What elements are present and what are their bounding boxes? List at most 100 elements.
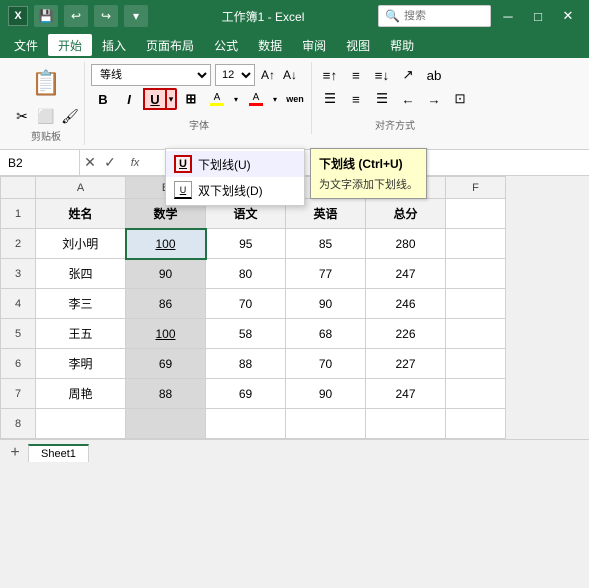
decrease-indent-button[interactable]: ← — [396, 88, 420, 110]
maximize-button[interactable]: □ — [525, 3, 551, 29]
font-color-arrow[interactable]: ▾ — [269, 88, 281, 110]
menu-data[interactable]: 数据 — [248, 34, 292, 56]
formula-fx-button[interactable]: fx — [120, 153, 150, 173]
row-header-8[interactable]: 8 — [1, 409, 36, 439]
paste-button[interactable]: 📋 — [26, 64, 66, 104]
cell-c5[interactable]: 58 — [206, 319, 286, 349]
cell-f6[interactable] — [446, 349, 506, 379]
cell-d3[interactable]: 77 — [286, 259, 366, 289]
cell-d8[interactable] — [286, 409, 366, 439]
cell-a5[interactable]: 王五 — [36, 319, 126, 349]
align-right-button[interactable]: ☰ — [370, 88, 394, 110]
cell-d7[interactable]: 90 — [286, 379, 366, 409]
search-box[interactable]: 🔍 — [378, 5, 491, 27]
cell-c4[interactable]: 70 — [206, 289, 286, 319]
underline-button[interactable]: U — [143, 88, 165, 110]
cell-b7[interactable]: 88 — [126, 379, 206, 409]
align-center-button[interactable]: ≡ — [344, 88, 368, 110]
redo-button[interactable]: ↪ — [94, 5, 118, 27]
italic-button[interactable]: I — [117, 88, 141, 110]
menu-layout[interactable]: 页面布局 — [136, 34, 204, 56]
menu-insert[interactable]: 插入 — [92, 34, 136, 56]
cell-e4[interactable]: 246 — [366, 289, 446, 319]
formula-confirm-button[interactable]: ✓ — [100, 153, 120, 173]
row-header-7[interactable]: 7 — [1, 379, 36, 409]
decrease-font-button[interactable]: A↓ — [281, 64, 299, 86]
customize-button[interactable]: ▾ — [124, 5, 148, 27]
row-header-4[interactable]: 4 — [1, 289, 36, 319]
orient-button[interactable]: ↗ — [396, 64, 420, 86]
formula-cancel-button[interactable]: ✕ — [80, 153, 100, 173]
cell-e6[interactable]: 227 — [366, 349, 446, 379]
menu-help[interactable]: 帮助 — [380, 34, 424, 56]
cell-c8[interactable] — [206, 409, 286, 439]
cell-c3[interactable]: 80 — [206, 259, 286, 289]
increase-font-button[interactable]: A↑ — [259, 64, 277, 86]
cell-c6[interactable]: 88 — [206, 349, 286, 379]
row-header-6[interactable]: 6 — [1, 349, 36, 379]
header-name[interactable]: 姓名 — [36, 199, 126, 229]
cell-b2[interactable]: 100 — [126, 229, 206, 259]
cell-f7[interactable] — [446, 379, 506, 409]
row-header-1[interactable]: 1 — [1, 199, 36, 229]
row-header-2[interactable]: 2 — [1, 229, 36, 259]
cell-a3[interactable]: 张四 — [36, 259, 126, 289]
minimize-button[interactable]: ─ — [495, 3, 521, 29]
cell-f1[interactable] — [446, 199, 506, 229]
row-header-5[interactable]: 5 — [1, 319, 36, 349]
menu-view[interactable]: 视图 — [336, 34, 380, 56]
menu-formula[interactable]: 公式 — [204, 34, 248, 56]
cell-a6[interactable]: 李明 — [36, 349, 126, 379]
col-header-f[interactable]: F — [446, 177, 506, 199]
menu-review[interactable]: 审阅 — [292, 34, 336, 56]
cell-d4[interactable]: 90 — [286, 289, 366, 319]
wrap-text-button[interactable]: ab — [422, 64, 446, 86]
align-bottom-button[interactable]: ≡↓ — [370, 64, 394, 86]
cell-b5[interactable]: 100 — [126, 319, 206, 349]
cell-d5[interactable]: 68 — [286, 319, 366, 349]
copy-button[interactable]: ⬜ — [36, 106, 56, 126]
cell-b6[interactable]: 69 — [126, 349, 206, 379]
row-header-3[interactable]: 3 — [1, 259, 36, 289]
cell-d2[interactable]: 85 — [286, 229, 366, 259]
cell-b4[interactable]: 86 — [126, 289, 206, 319]
cell-e3[interactable]: 247 — [366, 259, 446, 289]
cell-b3[interactable]: 90 — [126, 259, 206, 289]
font-color-button[interactable]: A — [244, 88, 268, 110]
undo-button[interactable]: ↩ — [64, 5, 88, 27]
fill-color-arrow[interactable]: ▾ — [230, 88, 242, 110]
align-middle-button[interactable]: ≡ — [344, 64, 368, 86]
cell-a7[interactable]: 周艳 — [36, 379, 126, 409]
cell-b8[interactable] — [126, 409, 206, 439]
cut-button[interactable]: ✂ — [12, 106, 32, 126]
header-total[interactable]: 总分 — [366, 199, 446, 229]
border-button[interactable]: ⊞ — [179, 88, 203, 110]
cell-a2[interactable]: 刘小明 — [36, 229, 126, 259]
format-painter-button[interactable]: 🖌 — [60, 106, 80, 126]
col-header-a[interactable]: A — [36, 177, 126, 199]
close-button[interactable]: ✕ — [555, 3, 581, 29]
bold-button[interactable]: B — [91, 88, 115, 110]
cell-e7[interactable]: 247 — [366, 379, 446, 409]
increase-indent-button[interactable]: → — [422, 88, 446, 110]
font-family-select[interactable]: 等线 — [91, 64, 211, 86]
cell-f4[interactable] — [446, 289, 506, 319]
cell-f8[interactable] — [446, 409, 506, 439]
fill-color-button[interactable]: A — [205, 88, 229, 110]
save-button[interactable]: 💾 — [34, 5, 58, 27]
cell-c2[interactable]: 95 — [206, 229, 286, 259]
cell-f2[interactable] — [446, 229, 506, 259]
menu-home[interactable]: 开始 — [48, 34, 92, 56]
merge-button[interactable]: ⊡ — [448, 88, 472, 110]
underline-option[interactable]: U 下划线(U) — [166, 151, 304, 177]
cell-a4[interactable]: 李三 — [36, 289, 126, 319]
double-underline-option[interactable]: U 双下划线(D) — [166, 177, 304, 203]
cell-e8[interactable] — [366, 409, 446, 439]
search-input[interactable] — [404, 10, 484, 22]
cell-a8[interactable] — [36, 409, 126, 439]
font-size-select[interactable]: 12 — [215, 64, 255, 86]
cell-f5[interactable] — [446, 319, 506, 349]
cell-e2[interactable]: 280 — [366, 229, 446, 259]
cell-d6[interactable]: 70 — [286, 349, 366, 379]
underline-dropdown-arrow[interactable]: ▾ — [165, 88, 177, 110]
